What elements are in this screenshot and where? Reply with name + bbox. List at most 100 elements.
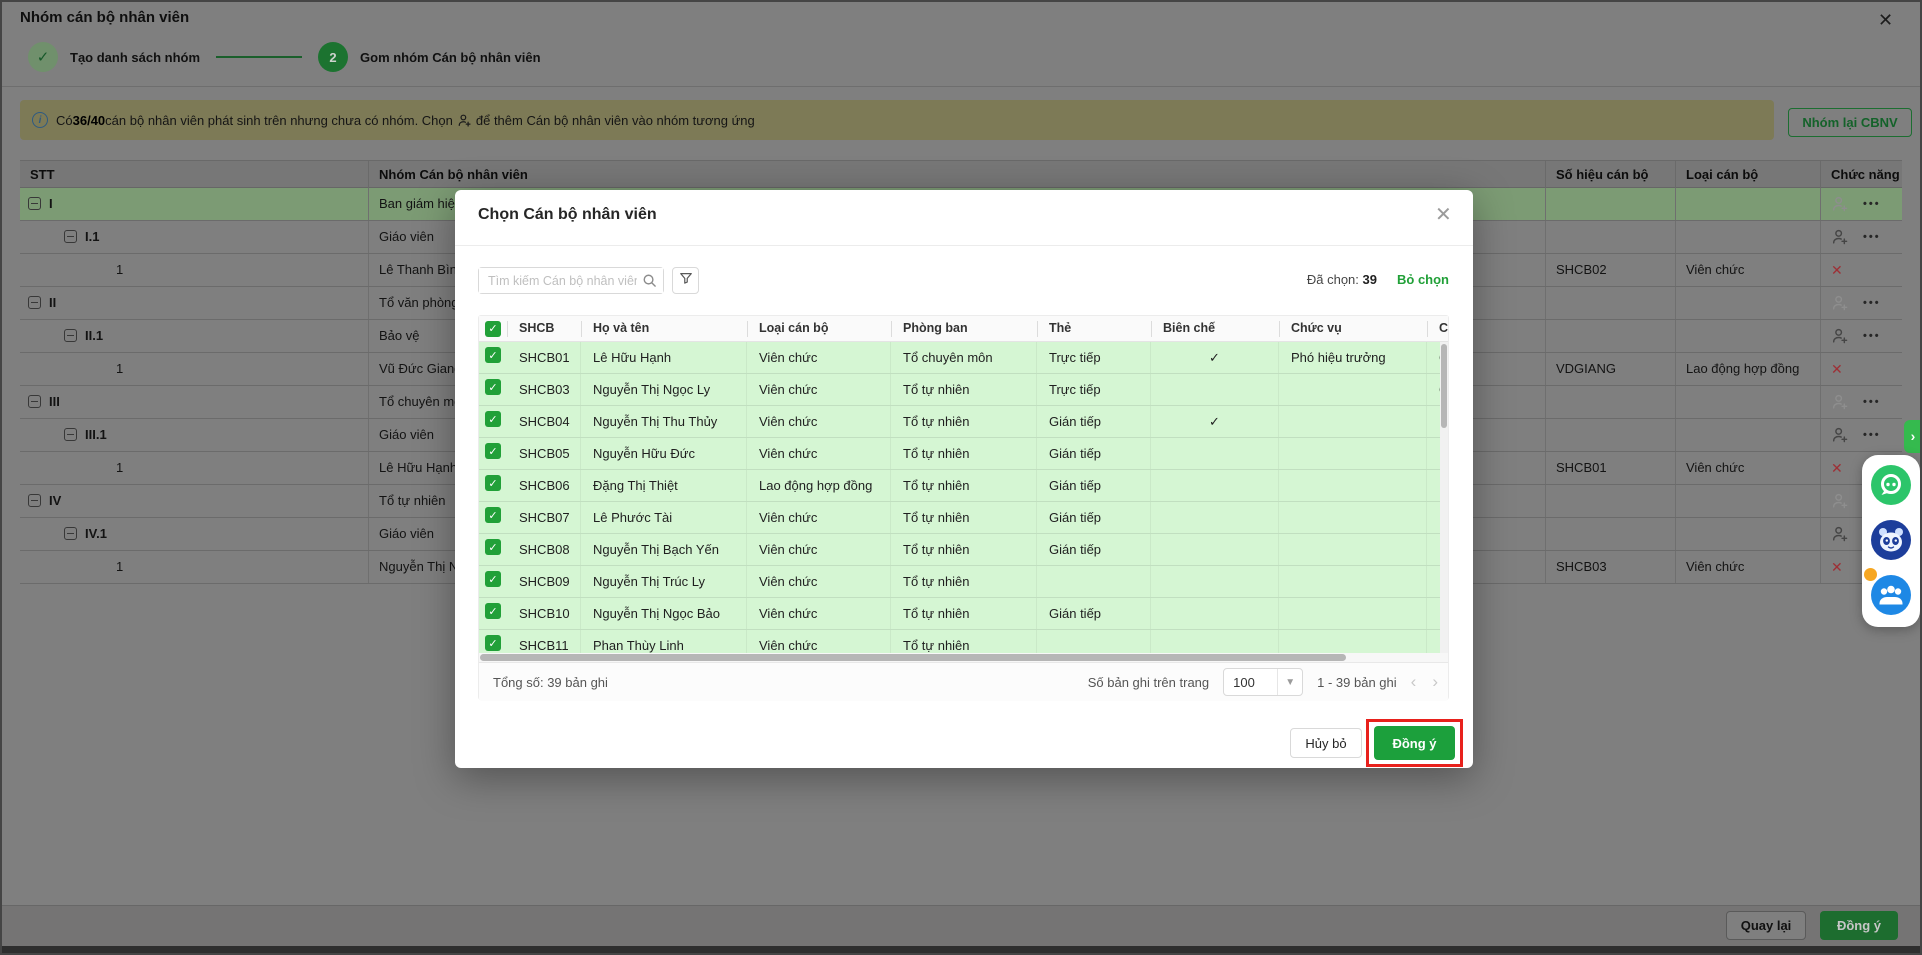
cancel-button[interactable]: Hủy bỏ — [1290, 728, 1362, 758]
staff-code: VDGIANG — [1545, 353, 1675, 385]
row-checkbox[interactable]: ✓ — [485, 411, 501, 427]
person-add-icon[interactable] — [1831, 393, 1849, 411]
more-actions-icon[interactable]: ••• — [1863, 221, 1881, 253]
remove-icon[interactable]: ✕ — [1831, 353, 1843, 385]
expand-panel-tab[interactable]: › — [1904, 420, 1922, 453]
deselect-link[interactable]: Bỏ chọn — [1397, 272, 1449, 287]
staff-card: Gián tiếp — [1037, 534, 1151, 565]
row-index: 1 — [116, 262, 123, 277]
staff-shcb: SHCB10 — [507, 598, 581, 629]
staff-row[interactable]: ✓SHCB09Nguyễn Thị Trúc LyViên chứcTổ tự … — [479, 566, 1448, 598]
collapse-icon[interactable] — [64, 329, 77, 342]
staff-position — [1279, 598, 1427, 629]
row-checkbox[interactable]: ✓ — [485, 507, 501, 523]
remove-icon[interactable]: ✕ — [1831, 254, 1843, 286]
row-checkbox[interactable]: ✓ — [485, 379, 501, 395]
more-actions-icon[interactable]: ••• — [1863, 188, 1881, 220]
staff-position — [1279, 566, 1427, 597]
row-index: I.1 — [85, 229, 99, 244]
horizontal-scrollbar[interactable] — [479, 653, 1448, 662]
remove-icon[interactable]: ✕ — [1831, 551, 1843, 583]
row-index: 1 — [116, 361, 123, 376]
staff-type: Lao động hợp đồng — [1675, 353, 1820, 385]
staff-row[interactable]: ✓SHCB06Đặng Thị ThiệtLao động hợp đồngTổ… — [479, 470, 1448, 502]
staff-position — [1279, 470, 1427, 501]
panda-assistant-icon[interactable] — [1871, 520, 1911, 560]
person-add-icon[interactable] — [1831, 525, 1849, 543]
staff-row[interactable]: ✓SHCB01Lê Hữu HạnhViên chứcTổ chuyên môn… — [479, 342, 1448, 374]
person-add-icon[interactable] — [1831, 195, 1849, 213]
regroup-button[interactable]: Nhóm lại CBNV — [1788, 108, 1912, 137]
row-checkbox[interactable]: ✓ — [485, 603, 501, 619]
person-add-icon[interactable] — [1831, 426, 1849, 444]
staff-shcb: SHCB04 — [507, 406, 581, 437]
next-page-icon[interactable]: › — [1432, 672, 1438, 692]
more-actions-icon[interactable]: ••• — [1863, 320, 1881, 352]
staff-card: Trực tiếp — [1037, 342, 1151, 373]
step-2-circle: 2 — [318, 42, 348, 72]
staff-name: Đặng Thị Thiệt — [581, 470, 747, 501]
bottom-strip — [0, 946, 1922, 955]
person-add-icon[interactable] — [1831, 492, 1849, 510]
staff-position — [1279, 534, 1427, 565]
collapse-icon[interactable] — [64, 527, 77, 540]
search-icon — [642, 273, 657, 293]
staff-row[interactable]: ✓SHCB04Nguyễn Thị Thu ThủyViên chứcTổ tự… — [479, 406, 1448, 438]
staff-code — [1545, 221, 1675, 253]
collapse-icon[interactable] — [64, 428, 77, 441]
staff-table-header: ✓ SHCB Họ và tên Loại cán bộ Phòng ban T… — [479, 316, 1448, 342]
row-checkbox[interactable]: ✓ — [485, 539, 501, 555]
staff-type: Viên chức — [1675, 551, 1820, 583]
staff-code: SHCB01 — [1545, 452, 1675, 484]
staff-card — [1037, 630, 1151, 653]
row-index: IV — [49, 493, 61, 508]
row-checkbox[interactable]: ✓ — [485, 571, 501, 587]
page-confirm-button[interactable]: Đồng ý — [1820, 911, 1898, 940]
more-actions-icon[interactable]: ••• — [1863, 287, 1881, 319]
prev-page-icon[interactable]: ‹ — [1411, 672, 1417, 692]
collapse-icon[interactable] — [28, 395, 41, 408]
confirm-button[interactable]: Đồng ý — [1374, 726, 1455, 760]
staff-type: Viên chức — [1675, 254, 1820, 286]
collapse-icon[interactable] — [28, 296, 41, 309]
staff-row[interactable]: ✓SHCB07Lê Phước TàiViên chứcTổ tự nhiênG… — [479, 502, 1448, 534]
back-button[interactable]: Quay lại — [1726, 911, 1806, 940]
banner-text-suffix: để thêm Cán bộ nhân viên vào nhóm tương … — [476, 113, 755, 128]
staff-row[interactable]: ✓SHCB11Phan Thùy LinhViên chứcTổ tự nhiê… — [479, 630, 1448, 653]
col-actions: Chức năng — [1820, 161, 1902, 188]
staff-type — [1675, 386, 1820, 418]
staff-row[interactable]: ✓SHCB10Nguyễn Thị Ngọc BảoViên chứcTổ tự… — [479, 598, 1448, 630]
row-checkbox[interactable]: ✓ — [485, 635, 501, 651]
person-add-icon[interactable] — [1831, 294, 1849, 312]
vertical-scrollbar[interactable] — [1440, 342, 1448, 653]
select-all-checkbox[interactable]: ✓ — [485, 321, 501, 337]
tenure-check-icon — [1151, 534, 1279, 565]
filter-button[interactable] — [672, 267, 699, 294]
page-close-icon[interactable]: ✕ — [1878, 10, 1893, 31]
staff-row[interactable]: ✓SHCB05Nguyễn Hữu ĐứcViên chứcTổ tự nhiê… — [479, 438, 1448, 470]
collapse-icon[interactable] — [64, 230, 77, 243]
community-group-icon[interactable] — [1871, 575, 1911, 615]
staff-shcb: SHCB07 — [507, 502, 581, 533]
row-checkbox[interactable]: ✓ — [485, 347, 501, 363]
staff-row[interactable]: ✓SHCB03Nguyễn Thị Ngọc LyViên chứcTổ tự … — [479, 374, 1448, 406]
more-actions-icon[interactable]: ••• — [1863, 419, 1881, 451]
staff-card: Gián tiếp — [1037, 470, 1151, 501]
person-add-icon[interactable] — [1831, 327, 1849, 345]
person-add-icon[interactable] — [1831, 228, 1849, 246]
modal-close-icon[interactable]: ✕ — [1435, 202, 1452, 227]
page-size-select[interactable]: 100 ▼ — [1223, 668, 1303, 696]
staff-name: Lê Phước Tài — [581, 502, 747, 533]
staff-shcb: SHCB11 — [507, 630, 581, 653]
more-actions-icon[interactable]: ••• — [1863, 386, 1881, 418]
row-checkbox[interactable]: ✓ — [485, 475, 501, 491]
search-input[interactable] — [479, 268, 663, 293]
remove-icon[interactable]: ✕ — [1831, 452, 1843, 484]
staff-position — [1279, 374, 1427, 405]
collapse-icon[interactable] — [28, 494, 41, 507]
chat-assistant-icon[interactable] — [1871, 465, 1911, 505]
staff-type — [1675, 518, 1820, 550]
staff-row[interactable]: ✓SHCB08Nguyễn Thị Bạch YếnViên chứcTổ tự… — [479, 534, 1448, 566]
row-checkbox[interactable]: ✓ — [485, 443, 501, 459]
collapse-icon[interactable] — [28, 197, 41, 210]
